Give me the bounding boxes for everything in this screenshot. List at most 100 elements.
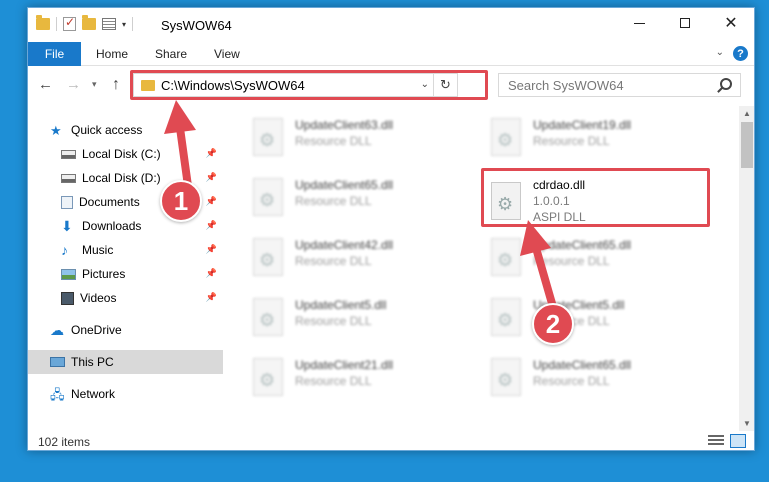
sidebar-item-label: This PC xyxy=(71,355,114,369)
close-button[interactable]: ✕ xyxy=(708,8,754,38)
minimize-icon xyxy=(633,22,645,24)
file-name: UpdateClient5.dll xyxy=(295,298,387,312)
window-title: SysWOW64 xyxy=(161,18,232,33)
dll-file-icon xyxy=(491,298,521,336)
file-list: UpdateClient63.dll Resource DLL UpdateCl… xyxy=(225,106,739,431)
file-name: cdrdao.dll xyxy=(533,178,586,192)
network-icon: 🖧 xyxy=(50,386,65,402)
new-folder-icon[interactable] xyxy=(82,15,96,30)
minimize-button[interactable] xyxy=(616,8,662,38)
folder-icon xyxy=(36,15,50,30)
navigation-pane: ★ Quick access Local Disk (C:) 📌 Local D… xyxy=(28,106,223,431)
customize-toolbar-dropdown-icon[interactable]: ▾ xyxy=(122,20,126,29)
pin-icon[interactable]: 📌 xyxy=(206,220,217,231)
pin-icon[interactable]: 📌 xyxy=(206,148,217,159)
file-item[interactable]: UpdateClient65.dll Resource DLL xyxy=(481,354,711,406)
vertical-scrollbar[interactable]: ▲ ▼ xyxy=(739,106,754,431)
sidebar-item-label: Pictures xyxy=(82,267,126,281)
file-item[interactable]: UpdateClient21.dll Resource DLL xyxy=(243,354,473,406)
back-arrow-icon[interactable]: ← xyxy=(38,76,53,93)
file-version: 1.0.0.1 xyxy=(533,194,570,208)
sidebar-item-network[interactable]: 🖧 Network xyxy=(28,382,223,406)
title-bar: ▾ SysWOW64 ✕ xyxy=(28,8,754,42)
file-item[interactable]: UpdateClient19.dll Resource DLL xyxy=(481,114,711,166)
downloads-icon: ⬇ xyxy=(61,217,73,234)
status-bar: 102 items xyxy=(28,431,754,450)
dll-file-icon xyxy=(491,358,521,396)
forward-arrow-icon[interactable]: → xyxy=(66,76,81,93)
address-history-chevron-icon[interactable]: ⌄ xyxy=(421,79,429,90)
file-name: UpdateClient63.dll xyxy=(295,118,394,132)
sidebar-item-local-disk-d[interactable]: Local Disk (D:) 📌 xyxy=(28,166,223,190)
star-icon: ★ xyxy=(50,122,62,138)
sidebar-item-documents[interactable]: Documents 📌 xyxy=(28,190,223,214)
sidebar-item-label: Quick access xyxy=(71,123,143,137)
pin-icon[interactable]: 📌 xyxy=(206,196,217,207)
tab-share[interactable]: Share xyxy=(155,47,187,61)
file-type: Resource DLL xyxy=(533,254,610,268)
file-name: UpdateClient65.dll xyxy=(533,358,632,372)
file-item[interactable]: UpdateClient42.dll Resource DLL xyxy=(243,234,473,286)
pin-icon[interactable]: 📌 xyxy=(206,172,217,183)
dll-file-icon xyxy=(253,358,283,396)
item-count: 102 items xyxy=(38,435,91,449)
file-name: UpdateClient65.dll xyxy=(533,238,632,252)
search-box[interactable]: Search SysWOW64 xyxy=(498,73,741,97)
sidebar-item-label: Local Disk (C:) xyxy=(82,147,161,161)
file-item[interactable]: UpdateClient65.dll Resource DLL xyxy=(243,174,473,226)
address-path[interactable]: C:\Windows\SysWOW64 xyxy=(161,78,305,93)
sidebar-item-label: Local Disk (D:) xyxy=(82,171,161,185)
sidebar-item-downloads[interactable]: ⬇ Downloads 📌 xyxy=(28,214,223,238)
expand-ribbon-chevron-icon[interactable]: ⌄ xyxy=(716,47,724,58)
dll-file-icon xyxy=(491,238,521,276)
search-input[interactable]: Search SysWOW64 xyxy=(508,78,624,93)
dll-file-icon xyxy=(491,182,521,220)
tab-home[interactable]: Home xyxy=(96,47,128,61)
sidebar-item-local-disk-c[interactable]: Local Disk (C:) 📌 xyxy=(28,142,223,166)
sidebar-item-label: OneDrive xyxy=(71,323,122,337)
help-icon[interactable]: ? xyxy=(733,46,748,61)
file-item[interactable]: UpdateClient5.dll Resource DLL xyxy=(243,294,473,346)
file-item[interactable]: UpdateClient5.dll Resource DLL xyxy=(481,294,711,346)
search-icon xyxy=(720,78,732,90)
large-icons-view-icon[interactable] xyxy=(730,434,746,448)
explorer-window: ▾ SysWOW64 ✕ File Home Share View ⌄ ? ← … xyxy=(27,7,755,451)
file-type: Resource DLL xyxy=(295,374,372,388)
scroll-up-arrow-icon[interactable]: ▲ xyxy=(743,109,751,118)
sidebar-item-this-pc[interactable]: This PC xyxy=(28,350,223,374)
music-icon: ♪ xyxy=(61,241,68,258)
sidebar-item-onedrive[interactable]: ☁ OneDrive xyxy=(28,318,223,342)
file-type: Resource DLL xyxy=(295,254,372,268)
file-name: UpdateClient42.dll xyxy=(295,238,394,252)
refresh-icon[interactable]: ↻ xyxy=(433,74,457,96)
file-item[interactable]: UpdateClient65.dll Resource DLL xyxy=(481,234,711,286)
scrollbar-thumb[interactable] xyxy=(741,122,753,168)
sidebar-item-label: Documents xyxy=(79,195,140,209)
properties-icon[interactable] xyxy=(102,18,116,30)
properties-check-icon[interactable] xyxy=(63,15,76,31)
details-view-icon[interactable] xyxy=(708,435,724,447)
sidebar-item-label: Videos xyxy=(80,291,117,305)
file-item-cdrdao[interactable]: cdrdao.dll 1.0.0.1 ASPI DLL xyxy=(481,174,711,230)
file-name: UpdateClient19.dll xyxy=(533,118,632,132)
sidebar-item-pictures[interactable]: Pictures 📌 xyxy=(28,262,223,286)
pin-icon[interactable]: 📌 xyxy=(206,292,217,303)
pin-icon[interactable]: 📌 xyxy=(206,244,217,255)
pin-icon[interactable]: 📌 xyxy=(206,268,217,279)
address-bar[interactable]: C:\Windows\SysWOW64 ⌄ ↻ xyxy=(133,73,458,97)
scroll-down-arrow-icon[interactable]: ▼ xyxy=(743,419,751,428)
sidebar-item-quick-access[interactable]: ★ Quick access xyxy=(28,118,223,142)
dll-file-icon xyxy=(253,298,283,336)
maximize-button[interactable] xyxy=(662,8,708,38)
close-icon: ✕ xyxy=(724,15,738,32)
sidebar-item-music[interactable]: ♪ Music 📌 xyxy=(28,238,223,262)
file-item[interactable]: UpdateClient63.dll Resource DLL xyxy=(243,114,473,166)
tab-file[interactable]: File xyxy=(28,42,81,66)
tab-view[interactable]: View xyxy=(214,47,240,61)
recent-locations-chevron-icon[interactable]: ▾ xyxy=(92,79,97,90)
sidebar-item-label: Music xyxy=(82,243,114,257)
maximize-icon xyxy=(680,18,690,28)
up-arrow-icon[interactable]: ↑ xyxy=(112,76,120,94)
pictures-icon xyxy=(61,268,76,280)
sidebar-item-videos[interactable]: Videos 📌 xyxy=(28,286,223,310)
